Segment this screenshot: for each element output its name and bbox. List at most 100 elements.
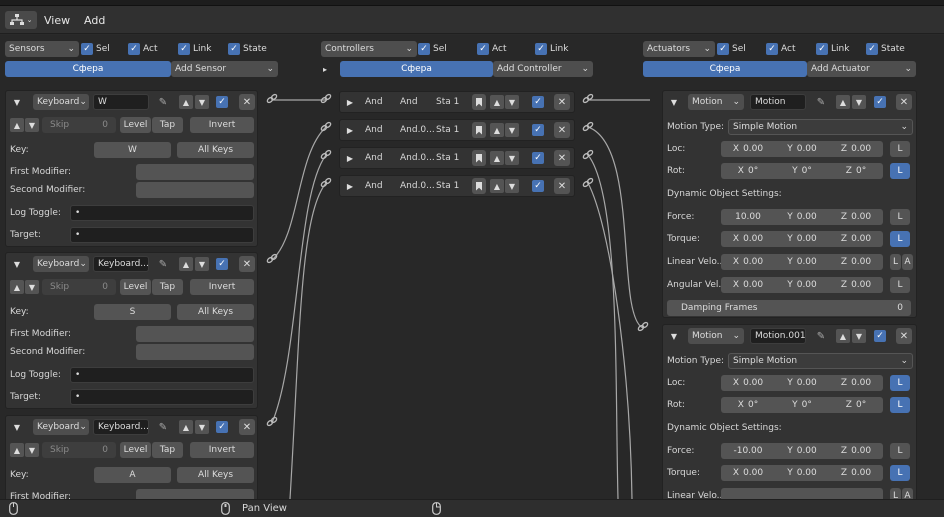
first-modifier-field[interactable] (136, 326, 254, 342)
force-z-field[interactable]: Z 0.00 (829, 446, 883, 456)
remove-controller-button[interactable]: ✕ (554, 122, 570, 138)
torque-local-toggle[interactable]: L (890, 465, 910, 481)
actuator-name-field[interactable]: Motion.001 (750, 328, 806, 344)
target-field[interactable]: • (70, 227, 254, 243)
menu-view[interactable]: View (44, 12, 70, 28)
pin-icon[interactable]: ✎ (814, 94, 828, 110)
angvel-x-field[interactable]: X 0.00 (721, 280, 775, 290)
tap-button[interactable]: Tap (152, 442, 183, 458)
pulse-true-button[interactable]: ▲ (10, 280, 24, 294)
loc-x-field[interactable]: X 0.00 (721, 144, 775, 154)
controller-state-label[interactable]: Sta 1 (436, 178, 459, 194)
force-y-field[interactable]: Y 0.00 (775, 212, 829, 222)
damping-frames-field[interactable]: Damping Frames 0 (667, 300, 911, 316)
torque-x-field[interactable]: X 0.00 (721, 234, 775, 244)
loc-x-field[interactable]: X 0.00 (721, 378, 775, 388)
sensor-active-checkbox[interactable]: ✓ (216, 421, 228, 433)
target-field[interactable]: • (70, 389, 254, 405)
controller-state-label[interactable]: Sta 1 (436, 150, 459, 166)
invert-button[interactable]: Invert (190, 442, 254, 458)
log-toggle-field[interactable]: • (70, 205, 254, 221)
controller-active-checkbox[interactable]: ✓ (532, 96, 544, 108)
remove-actuator-button[interactable]: ✕ (896, 94, 912, 110)
rot-x-field[interactable]: X 0° (721, 166, 775, 176)
linvel-local-toggle[interactable]: L (890, 254, 901, 270)
log-toggle-field[interactable]: • (70, 367, 254, 383)
torque-z-field[interactable]: Z 0.00 (829, 234, 883, 244)
angvel-local-toggle[interactable]: L (890, 277, 910, 293)
pulse-false-button[interactable]: ▼ (25, 443, 39, 457)
sensor-type-dropdown[interactable]: Keyboard ⌄ (33, 419, 89, 435)
editor-type-button[interactable]: ⌄ (5, 11, 37, 29)
collapse-triangle-icon[interactable]: ▶ (345, 178, 355, 194)
actuator-type-dropdown[interactable]: Motion ⌄ (688, 328, 744, 344)
key-button[interactable]: W (94, 142, 171, 158)
linvel-add-toggle[interactable]: A (902, 254, 913, 270)
force-y-field[interactable]: Y 0.00 (775, 446, 829, 456)
remove-actuator-button[interactable]: ✕ (896, 328, 912, 344)
angvel-y-field[interactable]: Y 0.00 (775, 280, 829, 290)
remove-controller-button[interactable]: ✕ (554, 150, 570, 166)
level-button[interactable]: Level (120, 279, 151, 295)
invert-button[interactable]: Invert (190, 117, 254, 133)
collapse-triangle-icon[interactable]: ▶ (345, 94, 355, 110)
level-button[interactable]: Level (120, 442, 151, 458)
linvel-y-field[interactable]: Y 0.00 (775, 257, 829, 267)
pulse-true-button[interactable]: ▲ (10, 443, 24, 457)
move-down-button[interactable]: ▼ (505, 179, 519, 193)
bookmark-icon[interactable] (472, 178, 486, 194)
pin-icon[interactable]: ✎ (156, 419, 170, 435)
move-up-button[interactable]: ▲ (836, 95, 850, 109)
force-local-toggle[interactable]: L (890, 209, 910, 225)
rot-z-field[interactable]: Z 0° (829, 166, 883, 176)
loc-y-field[interactable]: Y 0.00 (775, 144, 829, 154)
actuator-type-dropdown[interactable]: Motion ⌄ (688, 94, 744, 110)
controller-type-label[interactable]: And (365, 122, 383, 138)
loc-local-toggle[interactable]: L (890, 141, 910, 157)
pulse-true-button[interactable]: ▲ (10, 118, 24, 132)
collapse-triangle-icon[interactable]: ▶ (345, 122, 355, 138)
rot-local-toggle[interactable]: L (890, 397, 910, 413)
loc-y-field[interactable]: Y 0.00 (775, 378, 829, 388)
remove-sensor-button[interactable]: ✕ (239, 419, 255, 435)
tap-button[interactable]: Tap (152, 279, 183, 295)
move-up-button[interactable]: ▲ (179, 420, 193, 434)
sensor-type-dropdown[interactable]: Keyboard ⌄ (33, 94, 89, 110)
skip-field[interactable]: Skip 0 (42, 117, 116, 133)
controller-name-label[interactable]: And.0... (400, 150, 435, 166)
move-up-button[interactable]: ▲ (490, 123, 504, 137)
controller-state-label[interactable]: Sta 1 (436, 122, 459, 138)
motion-type-dropdown[interactable]: Simple Motion ⌄ (728, 119, 913, 135)
move-down-button[interactable]: ▼ (852, 95, 866, 109)
bookmark-icon[interactable] (472, 94, 486, 110)
collapse-triangle-icon[interactable]: ▼ (669, 328, 679, 344)
collapse-triangle-icon[interactable]: ▶ (345, 150, 355, 166)
linvel-x-field[interactable]: X 0.00 (721, 257, 775, 267)
controller-type-label[interactable]: And (365, 178, 383, 194)
bookmark-icon[interactable] (472, 122, 486, 138)
sensor-active-checkbox[interactable]: ✓ (216, 96, 228, 108)
controller-name-label[interactable]: And (400, 94, 418, 110)
pin-icon[interactable]: ✎ (814, 328, 828, 344)
force-local-toggle[interactable]: L (890, 443, 910, 459)
collapse-triangle-icon[interactable]: ▼ (669, 94, 679, 110)
torque-z-field[interactable]: Z 0.00 (829, 468, 883, 478)
controller-active-checkbox[interactable]: ✓ (532, 124, 544, 136)
sensor-name-field[interactable]: W (93, 94, 149, 110)
sensor-name-field[interactable]: Keyboard... (93, 256, 149, 272)
remove-sensor-button[interactable]: ✕ (239, 94, 255, 110)
controller-name-label[interactable]: And.0... (400, 178, 435, 194)
move-down-button[interactable]: ▼ (505, 151, 519, 165)
force-x-field[interactable]: -10.00 (721, 446, 775, 456)
pulse-false-button[interactable]: ▼ (25, 280, 39, 294)
sensor-type-dropdown[interactable]: Keyboard ⌄ (33, 256, 89, 272)
tap-button[interactable]: Tap (152, 117, 183, 133)
move-down-button[interactable]: ▼ (195, 420, 209, 434)
rot-y-field[interactable]: Y 0° (775, 166, 829, 176)
second-modifier-field[interactable] (136, 344, 254, 360)
collapse-triangle-icon[interactable]: ▼ (12, 256, 22, 272)
move-up-button[interactable]: ▲ (179, 95, 193, 109)
loc-local-toggle[interactable]: L (890, 375, 910, 391)
torque-x-field[interactable]: X 0.00 (721, 468, 775, 478)
second-modifier-field[interactable] (136, 182, 254, 198)
